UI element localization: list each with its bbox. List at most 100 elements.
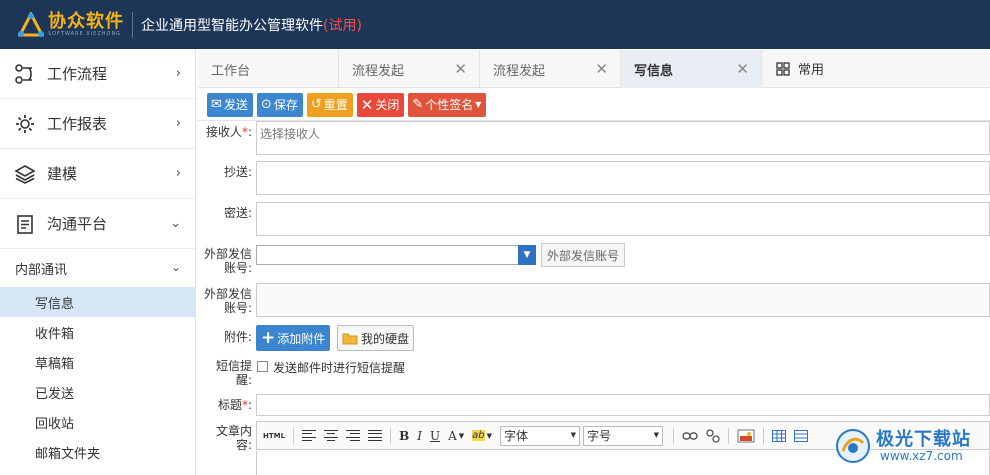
sidebar-item-workflow[interactable]: 工作流程 ›	[0, 49, 195, 99]
highlight-button[interactable]: ab ▼	[472, 430, 492, 441]
toolbar-divider	[673, 427, 675, 444]
attachment-label: 附件:	[223, 330, 252, 344]
external-account-button[interactable]: 外部发信账号	[541, 243, 626, 267]
undo-icon: ↺	[310, 97, 322, 112]
image-icon[interactable]	[737, 428, 755, 444]
chevron-down-icon: ⌄	[170, 216, 181, 231]
toolbar-divider	[763, 427, 765, 444]
close-icon[interactable]: ✕	[595, 60, 608, 78]
cc-row: 抄送:	[198, 161, 990, 195]
sidebar-item-label: 建模	[47, 165, 78, 183]
logo-subtext: SOFTWARE XIEZHONG	[48, 30, 122, 37]
my-disk-label: 我的硬盘	[361, 331, 410, 346]
tab-label: 工作台	[211, 63, 251, 79]
tab-label: 常用	[798, 63, 825, 78]
tab-workbench[interactable]: 工作台	[198, 50, 339, 88]
gear-icon	[13, 112, 37, 136]
workflow-icon	[13, 62, 37, 86]
sidebar-item-modeling[interactable]: 建模 ›	[0, 149, 195, 199]
sidebar-group-label: 内部通讯	[15, 262, 68, 278]
my-disk-button[interactable]: 我的硬盘	[337, 325, 415, 351]
tab-common[interactable]: 常用	[762, 50, 824, 87]
signature-button[interactable]: ✎ 个性签名 ▼	[408, 92, 487, 117]
tab-compose[interactable]: 写信息 ✕	[621, 50, 762, 88]
save-label: 保存	[273, 98, 298, 112]
sidebar-item-compose[interactable]: 写信息	[0, 287, 195, 317]
table-row-icon[interactable]	[794, 429, 809, 442]
table-icon[interactable]	[772, 429, 787, 442]
tab-process-start-1[interactable]: 流程发起 ✕	[339, 50, 480, 88]
tab-label: 写信息	[634, 63, 674, 79]
sms-checkbox[interactable]	[257, 361, 268, 372]
reset-label: 重置	[323, 98, 348, 112]
recipient-input[interactable]: 选择接收人	[256, 121, 990, 155]
plus-icon: +	[261, 328, 276, 348]
external-account-input[interactable]	[256, 283, 990, 317]
recipient-label: 接收人*:	[205, 125, 252, 139]
font-size-select[interactable]: 字号 ▼	[583, 425, 664, 446]
external-account-label: 外部发信 账号:	[203, 247, 252, 275]
layers-icon	[13, 162, 37, 186]
header-divider	[132, 11, 133, 38]
sidebar-item-drafts[interactable]: 草稿箱	[0, 347, 195, 377]
sidebar-item-inbox[interactable]: 收件箱	[0, 317, 195, 347]
check-circle-icon: ⊙	[260, 97, 272, 112]
tab-process-start-2[interactable]: 流程发起 ✕	[480, 50, 621, 88]
external-account-select[interactable]: ▼	[256, 245, 536, 265]
title-label: 标题*:	[217, 398, 252, 412]
chevron-right-icon: ›	[175, 116, 181, 131]
watermark-url: www.xz7.com	[880, 449, 963, 463]
recipient-row: 接收人*: 选择接收人	[198, 121, 990, 155]
bcc-row: 密送:	[198, 202, 990, 236]
grid-icon	[776, 61, 790, 76]
trial-label: (试用)	[323, 17, 362, 34]
document-icon	[13, 212, 37, 236]
title-input[interactable]	[256, 394, 990, 416]
align-right-icon[interactable]	[346, 429, 361, 442]
reset-button[interactable]: ↺ 重置	[306, 92, 353, 117]
toolbar-divider	[728, 427, 730, 444]
sidebar-group-internal-messaging[interactable]: 内部通讯 ⌄	[0, 249, 195, 287]
underline-button[interactable]: U	[430, 429, 440, 443]
link-icon[interactable]	[682, 431, 698, 441]
sidebar-item-label: 沟通平台	[47, 215, 108, 233]
compose-form: 接收人*: 选择接收人 抄送: 密送: 外部发信 账号: ▼ 外部发信账号 外部发…	[198, 121, 990, 475]
align-center-icon[interactable]	[324, 429, 339, 442]
external-account2-label: 外部发信 账号:	[203, 287, 252, 315]
italic-button[interactable]: I	[417, 429, 422, 443]
sidebar: 工作流程 › 工作报表 › 建模 › 沟通平台 ⌄ 内部通讯 ⌄ 写信息 收件箱…	[0, 49, 196, 475]
close-icon[interactable]: ✕	[454, 60, 467, 78]
watermark-logo-icon	[834, 427, 872, 465]
font-family-select[interactable]: 字体 ▼	[500, 425, 581, 446]
close-button[interactable]: ✕ 关闭	[356, 92, 405, 117]
close-icon[interactable]: ✕	[736, 60, 749, 78]
sidebar-item-trash[interactable]: 回收站	[0, 407, 195, 437]
cc-input[interactable]	[256, 161, 990, 195]
unlink-icon[interactable]	[706, 428, 720, 443]
sms-label: 短信提 醒:	[215, 359, 252, 387]
signature-label: 个性签名	[425, 98, 474, 112]
pencil-icon: ✎	[412, 97, 424, 112]
html-source-button[interactable]: HTML	[263, 432, 285, 440]
align-left-icon[interactable]	[302, 429, 317, 442]
sidebar-item-label: 工作报表	[47, 115, 108, 133]
align-justify-icon[interactable]	[368, 429, 383, 442]
add-attachment-button[interactable]: + 添加附件	[256, 325, 331, 351]
chevron-down-icon[interactable]: ▼	[518, 245, 536, 265]
chevron-right-icon: ›	[175, 66, 181, 81]
send-label: 发送	[223, 98, 248, 112]
bcc-input[interactable]	[256, 202, 990, 236]
attachment-row: 附件: + 添加附件 我的硬盘	[198, 323, 990, 353]
send-button[interactable]: ✉ 发送	[207, 92, 253, 117]
sidebar-item-communication[interactable]: 沟通平台 ⌄	[0, 199, 195, 249]
sidebar-item-sent[interactable]: 已发送	[0, 377, 195, 407]
cc-label: 抄送:	[223, 165, 252, 179]
font-color-button[interactable]: A ▼	[448, 429, 464, 443]
save-button[interactable]: ⊙ 保存	[256, 92, 303, 117]
external-account-row: 外部发信 账号: ▼ 外部发信账号	[198, 243, 990, 277]
sidebar-item-reports[interactable]: 工作报表 ›	[0, 99, 195, 149]
logo[interactable]: 协众软件 SOFTWARE XIEZHONG	[17, 0, 124, 49]
envelope-icon: ✉	[211, 97, 222, 112]
sidebar-item-mail-folders[interactable]: 邮箱文件夹	[0, 437, 195, 467]
bold-button[interactable]: B	[399, 429, 409, 443]
